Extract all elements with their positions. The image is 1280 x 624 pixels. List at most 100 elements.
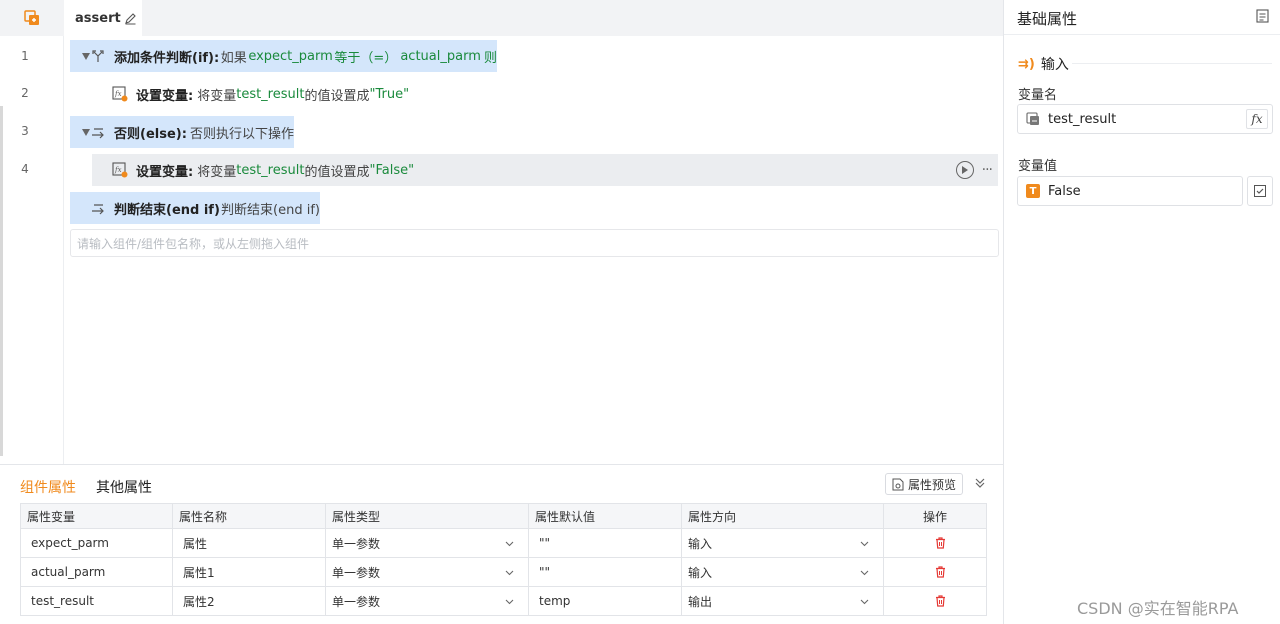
var-name-label: 变量名 [1018, 88, 1058, 103]
default-cell[interactable]: "" [528, 557, 682, 587]
table-header-row: 属性变量 属性名称 属性类型 属性默认值 属性方向 操作 [20, 503, 987, 529]
tab-assert[interactable]: assert [64, 0, 142, 36]
variable-ref[interactable]: test_result [236, 87, 304, 102]
name-cell[interactable]: 属性1 [172, 557, 326, 587]
row-text: 如果 [220, 50, 247, 66]
type-value: 单一参数 [332, 594, 381, 609]
collapse-toggle-icon[interactable] [82, 129, 90, 136]
set-variable-row-selected[interactable]: fx 设置变量: 将变量 test_result 的值设置成 "False" ·… [92, 154, 998, 186]
actions-cell [883, 528, 987, 558]
branch-icon [92, 50, 104, 62]
variable-ref[interactable]: actual_parm [400, 49, 481, 64]
column-header: 属性方向 [681, 503, 884, 529]
default-cell[interactable]: temp [528, 586, 682, 616]
set-variable-icon: fx [112, 162, 128, 178]
collapse-panel-icon[interactable] [974, 477, 986, 489]
line-number: 1 [21, 49, 29, 63]
svg-text:fx: fx [114, 90, 122, 98]
variable-ref[interactable]: expect_parm [248, 49, 332, 64]
section-title: 输入 [1040, 57, 1069, 73]
var-value: False [1048, 183, 1081, 199]
if-statement-row[interactable]: 添加条件判断(if): 如果 expect_parm 等于（=） actual_… [70, 40, 497, 72]
svg-text:fx: fx [114, 166, 122, 174]
fx-button[interactable]: fx [1246, 109, 1268, 129]
direction-value: 输入 [688, 536, 713, 551]
direction-select[interactable]: 输入 [681, 557, 884, 587]
name-cell[interactable]: 属性 [172, 528, 326, 558]
var-cell[interactable]: actual_parm [20, 557, 173, 587]
column-header: 属性变量 [20, 503, 173, 529]
collapse-toggle-icon[interactable] [82, 53, 90, 60]
row-keyword: 否则(else): [114, 126, 187, 142]
table-row: expect_parm 属性 单一参数 "" 输入 [20, 528, 987, 558]
type-select[interactable]: 单一参数 [325, 528, 529, 558]
type-value: 单一参数 [332, 536, 381, 551]
direction-select[interactable]: 输出 [681, 586, 884, 616]
scrollbar[interactable] [0, 106, 3, 456]
operator-text: 等于（=） [334, 50, 398, 66]
document-icon[interactable] [1256, 9, 1269, 23]
variable-ref[interactable]: test_result [236, 163, 304, 178]
var-name-value: test_result [1048, 111, 1117, 127]
more-options-button[interactable]: ··· [982, 163, 993, 177]
row-keyword: 添加条件判断(if): [114, 50, 220, 66]
else-branch-icon [92, 128, 104, 139]
row-keyword: 设置变量: [136, 164, 194, 180]
component-library-icon[interactable] [24, 10, 40, 26]
var-name-field[interactable]: test_result fx [1017, 104, 1273, 134]
endif-statement-row[interactable]: 判断结束(end if) 判断结束(end if) [70, 192, 320, 224]
edit-name-icon[interactable] [124, 12, 137, 25]
var-value-field[interactable]: T False [1017, 176, 1243, 206]
table-row: actual_parm 属性1 单一参数 "" 输入 [20, 557, 987, 587]
row-keyword: 判断结束(end if) [114, 202, 220, 218]
var-cell[interactable]: expect_parm [20, 528, 173, 558]
row-text: 的值设置成 [304, 88, 370, 104]
name-cell[interactable]: 属性2 [172, 586, 326, 616]
chevron-down-icon [860, 541, 869, 547]
component-search-input[interactable]: 请输入组件/组件包名称，或从左侧拖入组件 [70, 229, 999, 257]
set-variable-icon: fx [112, 86, 128, 102]
divider [1072, 63, 1272, 64]
watermark: CSDN @实在智能RPA [1077, 599, 1239, 618]
value-literal: "False" [369, 162, 415, 178]
chevron-down-icon [860, 599, 869, 605]
flow-editor: 添加条件判断(if): 如果 expect_parm 等于（=） actual_… [64, 36, 1003, 464]
delete-icon[interactable] [935, 595, 946, 607]
input-arrow-icon: ⇉) [1018, 56, 1035, 72]
tab-other-properties[interactable]: 其他属性 [96, 477, 152, 497]
value-literal: "True" [369, 86, 410, 102]
table-row: test_result 属性2 单一参数 temp 输出 [20, 586, 987, 616]
row-keyword: 设置变量: [136, 88, 194, 104]
default-cell[interactable]: "" [528, 528, 682, 558]
row-text: 判断结束(end if) [221, 202, 320, 218]
end-branch-icon [92, 204, 104, 215]
tab-component-properties[interactable]: 组件属性 [20, 477, 76, 497]
direction-value: 输入 [688, 565, 713, 580]
set-variable-row[interactable]: fx 设置变量: 将变量 test_result 的值设置成 "True" [112, 78, 432, 110]
type-select[interactable]: 单一参数 [325, 557, 529, 587]
delete-icon[interactable] [935, 566, 946, 578]
chevron-down-icon [505, 570, 514, 576]
row-text: 否则执行以下操作 [189, 126, 294, 142]
row-text: 的值设置成 [304, 164, 370, 180]
delete-icon[interactable] [935, 537, 946, 549]
type-select[interactable]: 单一参数 [325, 586, 529, 616]
property-preview-button[interactable]: 属性预览 [885, 473, 964, 495]
line-number: 4 [21, 162, 29, 176]
row-text: 将变量 [197, 88, 237, 104]
column-header: 操作 [883, 503, 987, 529]
column-header: 属性默认值 [528, 503, 682, 529]
preview-label: 属性预览 [908, 477, 957, 492]
run-step-button[interactable] [955, 161, 974, 179]
confirm-button[interactable] [1247, 176, 1273, 206]
chevron-down-icon [860, 570, 869, 576]
line-number-gutter: 1 2 3 4 [0, 36, 64, 464]
properties-panel: 组件属性 其他属性 属性预览 属性变量 属性名称 属性类型 属性默认值 属性方向… [0, 464, 1003, 624]
var-cell[interactable]: test_result [20, 586, 173, 616]
direction-select[interactable]: 输入 [681, 528, 884, 558]
basic-properties-panel: 基础属性 ⇉) 输入 变量名 test_result fx 变量值 T Fals… [1003, 0, 1280, 624]
else-statement-row[interactable]: 否则(else): 否则执行以下操作 [70, 116, 294, 148]
column-header: 属性名称 [172, 503, 326, 529]
line-number: 2 [21, 86, 29, 100]
row-text: 则 [483, 50, 497, 66]
